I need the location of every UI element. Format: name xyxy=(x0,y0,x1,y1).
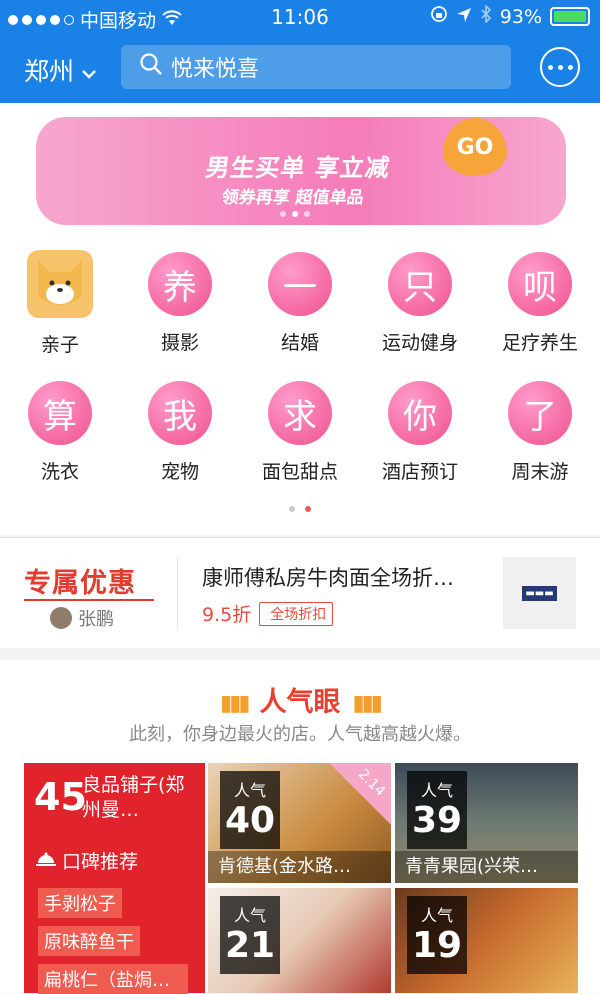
bars-icon: ▮▮▮ xyxy=(220,691,250,716)
category-pager xyxy=(289,506,311,512)
more-button[interactable] xyxy=(540,47,580,87)
category-badge: 算 xyxy=(28,381,92,445)
popularity-score: 19 xyxy=(411,925,463,966)
category-badge: 你 xyxy=(388,381,452,445)
popularity-badge: 人气 40 xyxy=(220,771,280,849)
banner-headline: 男生买单 享立减 xyxy=(203,154,392,182)
deal-price-row: 9.5折 全场折扣 xyxy=(202,600,334,627)
popular-subtitle: 此刻，你身边最火的店。人气越高越火爆。 xyxy=(129,724,471,745)
store-name: 青青果园(兴荣… xyxy=(395,851,578,883)
store-name: 良品铺子(郑州曼… xyxy=(82,774,185,821)
dog-mascot-icon xyxy=(27,250,93,318)
category-bakery[interactable]: 求 面包甜点 xyxy=(240,381,360,484)
cloche-icon xyxy=(36,850,56,872)
category-label: 亲子 xyxy=(40,334,79,356)
store-tile[interactable]: 2.14 人气 40 肯德基(金水路… xyxy=(208,763,391,883)
popularity-badge: 人气 21 xyxy=(220,896,280,974)
category-label: 洗衣 xyxy=(40,461,79,483)
popularity-label: 人气 xyxy=(420,906,453,925)
popularity-score: 40 xyxy=(224,800,276,841)
avatar xyxy=(50,607,72,629)
deal-thumbnail: ▬▬▬ xyxy=(503,557,576,629)
category-badge: 了 xyxy=(508,381,572,445)
exclusive-deal-card[interactable]: 专属优惠 张鹏 康师傅私房牛肉面全场折… 9.5折 全场折扣 ▬▬▬ xyxy=(0,537,600,648)
banner-subline: 领券再享 超值单品 xyxy=(220,188,365,208)
recommend-item[interactable]: 原味醉鱼干 xyxy=(38,926,140,956)
category-badge: 我 xyxy=(148,381,212,445)
category-label: 结婚 xyxy=(280,332,319,354)
rotation-lock-icon xyxy=(430,5,448,28)
search-icon xyxy=(139,52,163,82)
category-label: 面包甜点 xyxy=(261,461,338,483)
popularity-label: 人气 xyxy=(233,781,266,800)
recommend-item[interactable]: 扁桃仁（盐焗… xyxy=(38,964,188,994)
search-placeholder: 悦来悦喜 xyxy=(171,57,260,82)
popular-title-row: ▮▮▮ 人气眼 ▮▮▮ xyxy=(0,680,600,719)
store-tile[interactable]: 人气 21 xyxy=(208,888,391,993)
popularity-badge: 人气 39 xyxy=(407,771,467,849)
deal-title: 康师傅私房牛肉面全场折… xyxy=(202,566,454,590)
category-grid: 亲子 养 摄影 一 结婚 只 运动健身 呗 足疗养生 算 洗衣 我 宠物 求 面… xyxy=(0,230,600,535)
chevron-down-icon xyxy=(82,56,96,85)
popular-section: ▮▮▮ 人气眼 ▮▮▮ 此刻，你身边最火的店。人气越高越火爆。 45 良品铺子(郑州… xyxy=(0,660,600,994)
deal-user: 张鹏 xyxy=(50,605,114,631)
popularity-score: 45 xyxy=(34,775,87,819)
category-badge: 养 xyxy=(148,252,212,316)
category-badge: 求 xyxy=(268,381,332,445)
banner-pager xyxy=(280,211,310,217)
bluetooth-icon xyxy=(480,4,492,28)
battery-percent: 93% xyxy=(499,5,542,28)
category-label: 运动健身 xyxy=(381,332,458,354)
category-massage[interactable]: 呗 足疗养生 xyxy=(480,252,600,355)
store-sign-image: ▬▬▬ xyxy=(522,585,557,601)
recommend-item[interactable]: 手剥松子 xyxy=(38,888,122,918)
location-icon xyxy=(456,6,472,28)
category-weekend-trip[interactable]: 了 周末游 xyxy=(480,381,600,484)
logo-underline xyxy=(24,599,154,601)
category-label: 足疗养生 xyxy=(501,332,578,354)
exclusive-deal-logo: 专属优惠 xyxy=(24,568,136,599)
popularity-badge: 人气 19 xyxy=(407,896,467,974)
top-bar: 中国移动 11:06 93% 郑州 悦来悦喜 xyxy=(0,0,600,103)
category-laundry[interactable]: 算 洗衣 xyxy=(0,381,120,484)
city-label: 郑州 xyxy=(24,57,75,86)
category-label: 酒店预订 xyxy=(381,461,458,483)
category-badge: 一 xyxy=(268,252,332,316)
bars-icon: ▮▮▮ xyxy=(352,691,383,716)
popularity-score: 39 xyxy=(411,800,463,841)
search-input[interactable]: 悦来悦喜 xyxy=(121,45,511,89)
category-label: 摄影 xyxy=(160,332,199,354)
featured-store-card[interactable]: 45 良品铺子(郑州曼… 口碑推荐 手剥松子 原味醉鱼干 扁桃仁（盐焗… xyxy=(24,763,205,994)
battery-icon xyxy=(550,7,590,26)
popularity-label: 人气 xyxy=(420,781,453,800)
recommend-header: 口碑推荐 xyxy=(36,847,138,874)
recommend-label: 口碑推荐 xyxy=(62,851,139,873)
store-name: 肯德基(金水路… xyxy=(208,851,391,883)
store-tile[interactable]: 人气 39 青青果园(兴荣… xyxy=(395,763,578,883)
store-tile[interactable]: 人气 19 xyxy=(395,888,578,993)
popular-title: 人气眼 xyxy=(259,687,341,718)
city-selector[interactable]: 郑州 xyxy=(24,52,96,88)
status-bar: 中国移动 11:06 93% xyxy=(0,0,600,34)
category-label: 宠物 xyxy=(160,461,199,483)
user-name: 张鹏 xyxy=(78,609,114,630)
category-parenting[interactable]: 亲子 xyxy=(0,250,120,357)
category-photography[interactable]: 养 摄影 xyxy=(120,252,240,355)
nav-bar: 郑州 悦来悦喜 xyxy=(0,38,600,98)
popularity-score: 21 xyxy=(224,925,276,966)
category-fitness[interactable]: 只 运动健身 xyxy=(360,252,480,355)
divider xyxy=(177,556,178,630)
popularity-label: 人气 xyxy=(233,906,266,925)
category-badge: 呗 xyxy=(508,252,572,316)
category-label: 周末游 xyxy=(511,461,569,483)
deal-tag: 全场折扣 xyxy=(259,601,334,626)
category-hotel[interactable]: 你 酒店预订 xyxy=(360,381,480,484)
deal-price: 9.5折 xyxy=(202,604,252,626)
category-badge: 只 xyxy=(388,252,452,316)
category-pets[interactable]: 我 宠物 xyxy=(120,381,240,484)
category-wedding[interactable]: 一 结婚 xyxy=(240,252,360,355)
